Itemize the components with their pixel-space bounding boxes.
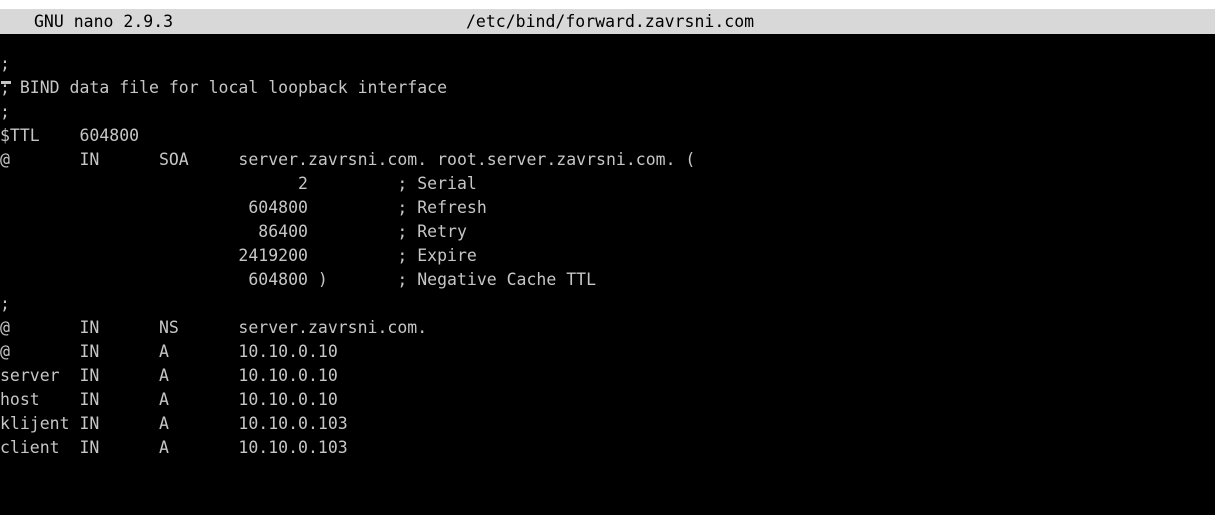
buffer-line[interactable]: $TTL 604800 (0, 124, 1215, 148)
file-path: /etc/bind/forward.zavrsni.com (466, 12, 755, 31)
buffer-line[interactable]: klijent IN A 10.10.0.103 (0, 412, 1215, 436)
terminal-window[interactable]: GNU nano 2.9.3 /etc/bind/forward.zavrsni… (0, 9, 1215, 515)
buffer-line[interactable]: ; (0, 292, 1215, 316)
buffer-line[interactable]: ; (0, 100, 1215, 124)
buffer-line[interactable]: 604800 ; Refresh (0, 196, 1215, 220)
editor-buffer[interactable]: ; ; BIND data file for local loopback in… (0, 52, 1215, 512)
buffer-line[interactable]: @ IN NS server.zavrsni.com. (0, 316, 1215, 340)
buffer-line[interactable]: ; BIND data file for local loopback inte… (0, 76, 1215, 100)
buffer-line[interactable]: server IN A 10.10.0.10 (0, 364, 1215, 388)
buffer-line[interactable]: client IN A 10.10.0.103 (0, 436, 1215, 460)
buffer-line[interactable]: 604800 ) ; Negative Cache TTL (0, 268, 1215, 292)
editor-version: GNU nano 2.9.3 (34, 12, 174, 31)
buffer-line[interactable]: 2 ; Serial (0, 172, 1215, 196)
buffer-line[interactable]: host IN A 10.10.0.10 (0, 388, 1215, 412)
buffer-line[interactable]: 2419200 ; Expire (0, 244, 1215, 268)
buffer-line[interactable]: @ IN A 10.10.0.10 (0, 340, 1215, 364)
buffer-line[interactable]: @ IN SOA server.zavrsni.com. root.server… (0, 148, 1215, 172)
buffer-line[interactable]: 86400 ; Retry (0, 220, 1215, 244)
nano-title-bar: GNU nano 2.9.3 /etc/bind/forward.zavrsni… (0, 9, 1215, 34)
buffer-line[interactable]: ; (0, 52, 1215, 76)
